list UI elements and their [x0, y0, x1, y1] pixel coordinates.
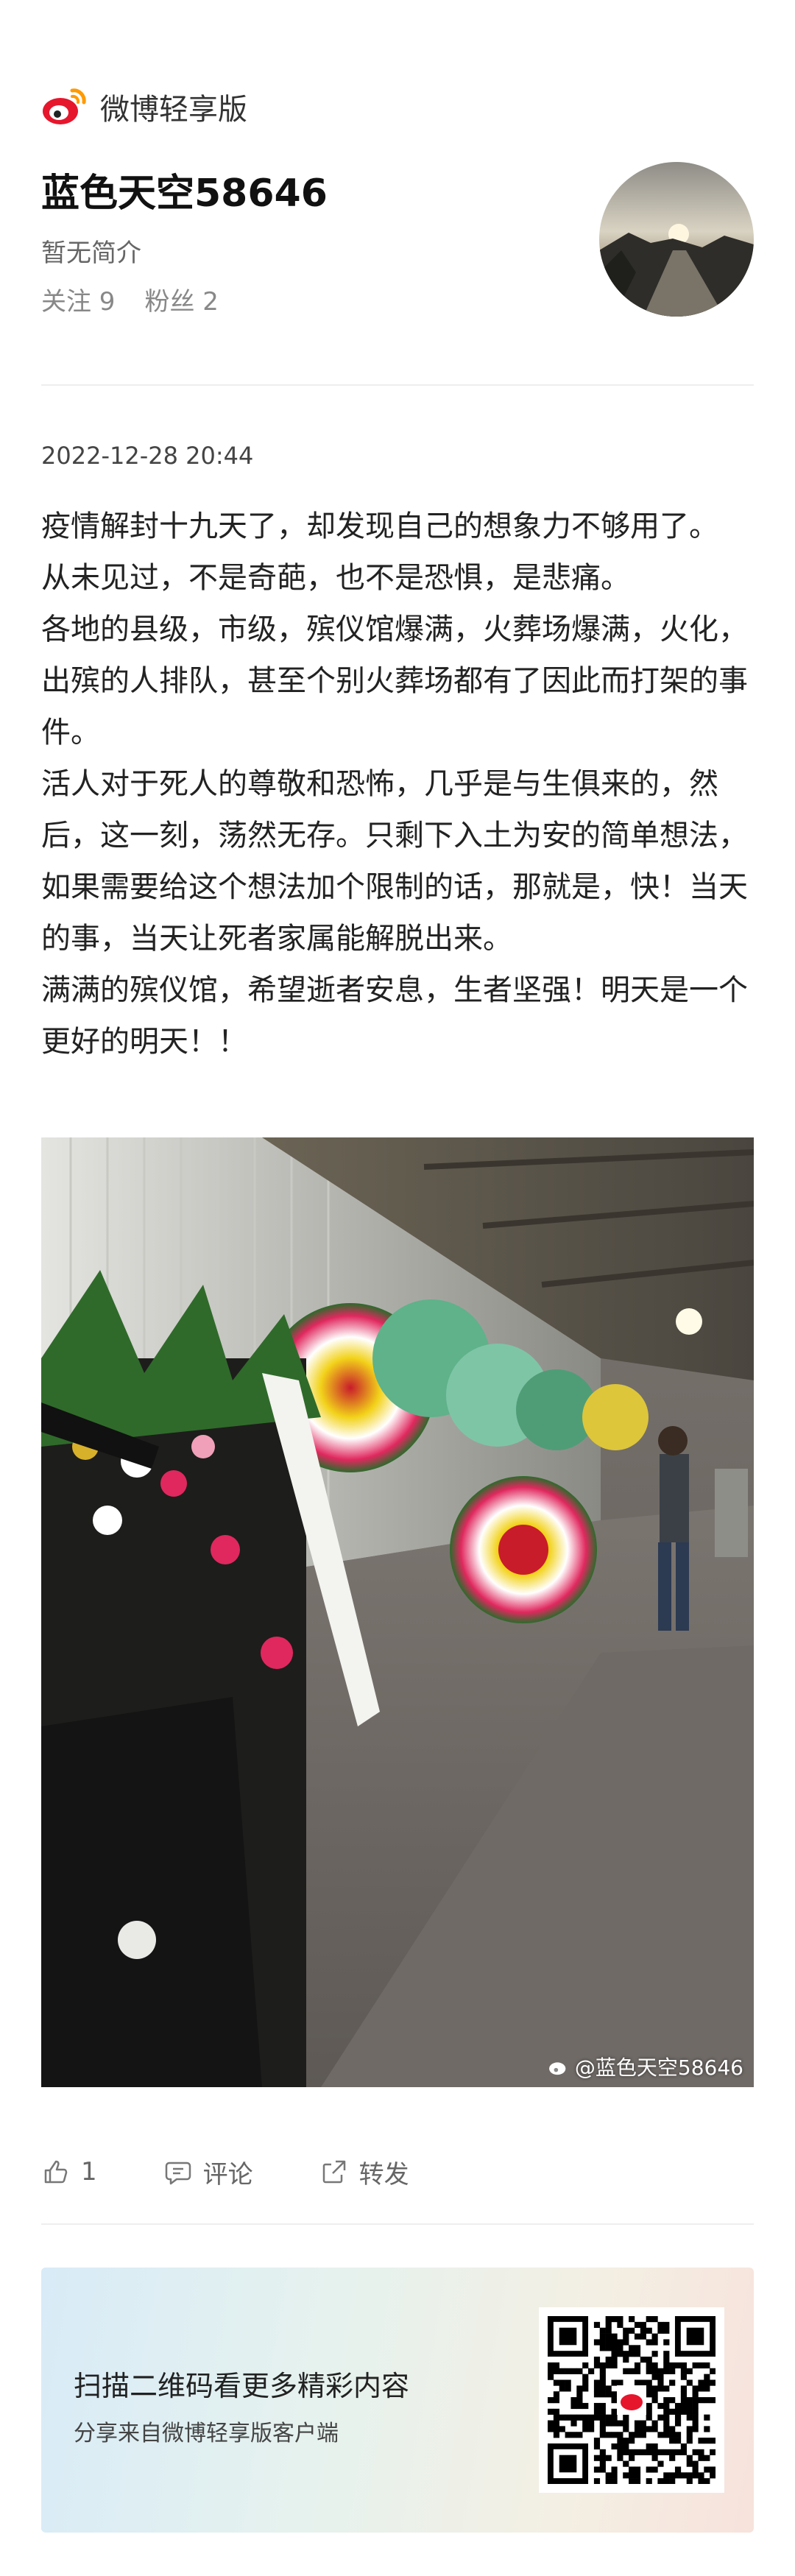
- divider: [41, 384, 754, 386]
- profile-section: 蓝色天空58646 暂无简介 关注 9 粉丝 2: [41, 162, 754, 331]
- qr-code-icon[interactable]: [539, 2307, 724, 2493]
- comment-button[interactable]: 评论: [163, 2154, 253, 2190]
- image-watermark-text: @蓝色天空58646: [574, 2055, 743, 2080]
- post-paragraph: 满满的殡仪馆，希望逝者安息，生者坚强！明天是一个更好的明天！！: [41, 973, 748, 1059]
- comment-label: 评论: [202, 2159, 253, 2189]
- thumbs-up-icon: [44, 2160, 68, 2184]
- qr-card-title: 扫描二维码看更多精彩内容: [74, 2370, 410, 2402]
- post-paragraph: 各地的县级，市级，殡仪馆爆满，火葬场爆满，火化，出殡的人排队，甚至个别火葬场都有…: [41, 613, 748, 749]
- avatar[interactable]: [599, 162, 754, 317]
- post-actions: 1 评论 转发: [41, 2150, 754, 2194]
- post-paragraph: 活人对于死人的尊敬和恐怖，几乎是与生俱来的，然后，这一刻，荡然无存。只剩下入土为…: [41, 767, 748, 956]
- weibo-logo-icon: [43, 88, 86, 124]
- followers-count[interactable]: 粉丝 2: [144, 281, 218, 317]
- weibo-watermark-icon: [548, 2062, 566, 2075]
- qr-card-subtitle: 分享来自微博轻享版客户端: [74, 2421, 339, 2446]
- comment-icon: [165, 2162, 191, 2185]
- post-body: 疫情解封十九天了，却发现自己的想象力不够用了。 从未见过，不是奇葩，也不是恐惧，…: [41, 501, 754, 1068]
- app-header: 微博轻享版: [41, 81, 247, 133]
- avatar-image: [599, 162, 754, 317]
- qr-code-pattern: [548, 2316, 716, 2485]
- like-count: 1: [81, 2157, 97, 2187]
- share-icon: [322, 2160, 345, 2184]
- post-image[interactable]: @蓝色天空58646: [41, 1137, 754, 2087]
- qr-share-card: 扫描二维码看更多精彩内容 分享来自微博轻享版客户端: [41, 2268, 754, 2533]
- following-count[interactable]: 关注 9: [41, 281, 115, 317]
- share-label: 转发: [358, 2159, 409, 2189]
- username[interactable]: 蓝色天空58646: [41, 162, 328, 217]
- post-paragraph: 疫情解封十九天了，却发现自己的想象力不够用了。: [41, 509, 718, 543]
- post-timestamp: 2022-12-28 20:44: [41, 442, 254, 470]
- post-paragraph: 从未见过，不是奇葩，也不是恐惧，是悲痛。: [41, 561, 630, 595]
- app-name: 微博轻享版: [100, 93, 247, 127]
- funeral-home-photo: [41, 1137, 754, 2087]
- profile-stats: 关注 9 粉丝 2: [41, 281, 219, 317]
- divider: [41, 2223, 754, 2225]
- like-button[interactable]: 1: [41, 2157, 97, 2187]
- bio: 暂无简介: [41, 239, 141, 268]
- share-button[interactable]: 转发: [319, 2154, 409, 2190]
- image-watermark: @蓝色天空58646: [548, 2052, 743, 2081]
